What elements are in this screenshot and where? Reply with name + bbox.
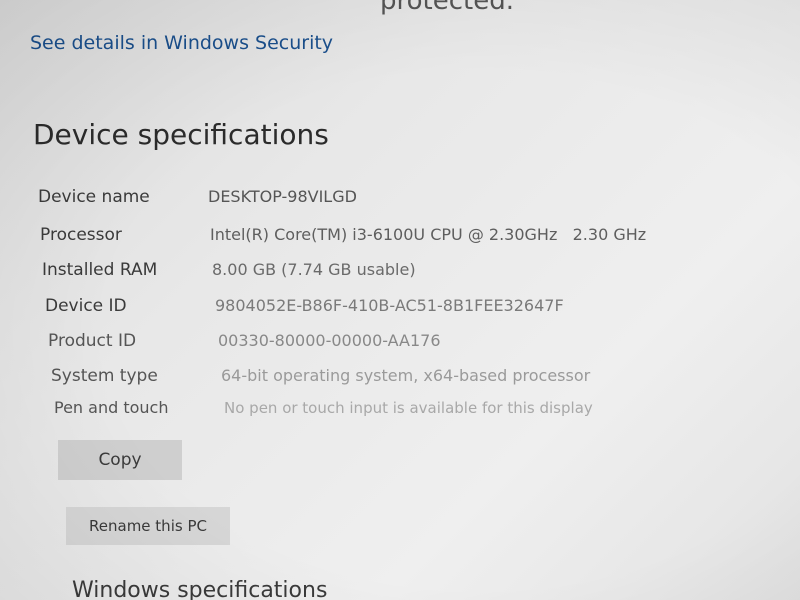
- spec-value: Intel(R) Core(TM) i3-6100U CPU @ 2.30GHz…: [210, 225, 647, 244]
- spec-value: 64-bit operating system, x64-based proce…: [221, 366, 591, 385]
- spec-value: DESKTOP-98VILGD: [208, 187, 357, 206]
- spec-label: Pen and touch: [54, 398, 169, 417]
- spec-value: 9804052E-B86F-410B-AC51-8B1FEE32647F: [215, 296, 564, 315]
- spec-label: Product ID: [48, 331, 137, 351]
- spec-row-system-type: System type 64-bit operating system, x64…: [51, 366, 590, 386]
- spec-label: Installed RAM: [42, 260, 158, 280]
- spec-row-device-name: Device name DESKTOP-98VILGD: [38, 187, 357, 207]
- copy-button[interactable]: Copy: [58, 440, 182, 480]
- spec-value: No pen or touch input is available for t…: [224, 399, 593, 417]
- spec-label: Device name: [38, 187, 150, 207]
- spec-row-pen-and-touch: Pen and touch No pen or touch input is a…: [54, 398, 593, 417]
- device-specifications-heading: Device specifications: [33, 118, 329, 151]
- spec-row-installed-ram: Installed RAM 8.00 GB (7.74 GB usable): [42, 260, 416, 280]
- spec-label: Processor: [40, 225, 122, 245]
- spec-row-device-id: Device ID 9804052E-B86F-410B-AC51-8B1FEE…: [45, 296, 564, 316]
- windows-specifications-heading: Windows specifications: [72, 578, 328, 600]
- spec-label: System type: [51, 366, 158, 386]
- spec-value: 8.00 GB (7.74 GB usable): [212, 260, 416, 279]
- windows-security-link[interactable]: See details in Windows Security: [30, 32, 333, 54]
- cropped-status-text: protected.: [380, 0, 514, 16]
- spec-label: Device ID: [45, 296, 127, 316]
- spec-row-processor: Processor Intel(R) Core(TM) i3-6100U CPU…: [40, 225, 646, 245]
- rename-pc-button[interactable]: Rename this PC: [66, 507, 230, 545]
- spec-value: 00330-80000-00000-AA176: [218, 331, 441, 350]
- spec-row-product-id: Product ID 00330-80000-00000-AA176: [48, 331, 441, 351]
